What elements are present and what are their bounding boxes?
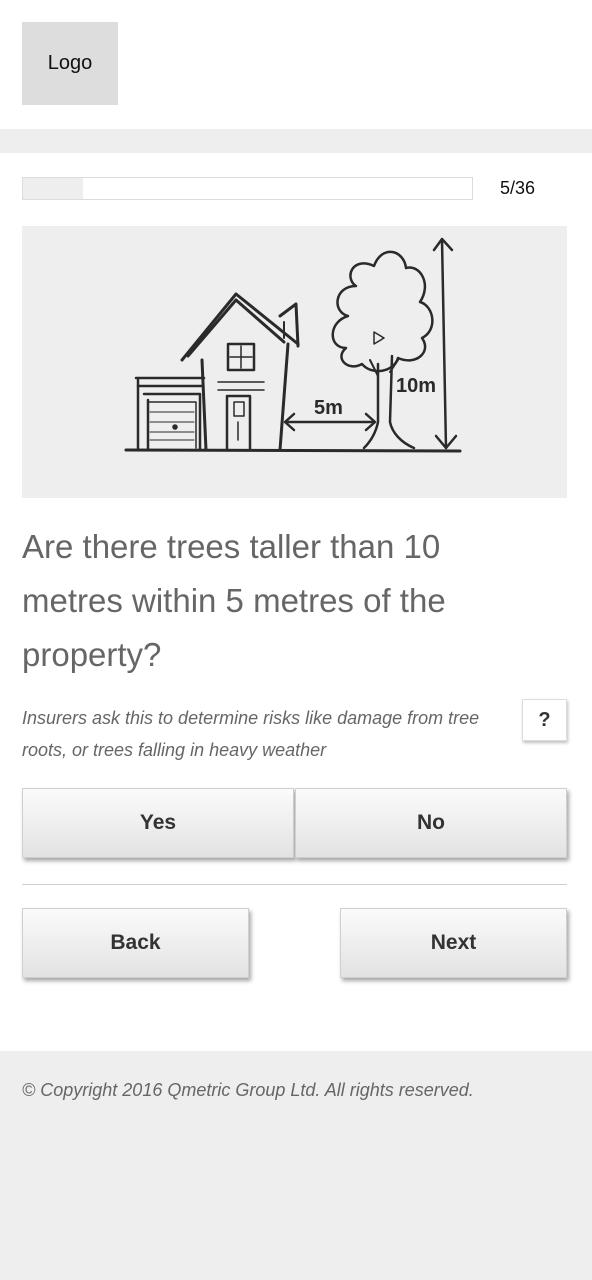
progress-count: 5/36 bbox=[500, 178, 536, 198]
logo: Logo bbox=[22, 22, 118, 105]
back-button[interactable]: Back bbox=[22, 908, 249, 978]
next-button[interactable]: Next bbox=[340, 908, 567, 978]
height-arrow bbox=[432, 237, 458, 450]
garage-drawing bbox=[134, 376, 206, 452]
yes-button[interactable]: Yes bbox=[22, 788, 294, 858]
tree-drawing bbox=[331, 250, 434, 450]
house-tree-illustration: 5m 10m bbox=[22, 226, 567, 498]
header-divider-band bbox=[0, 129, 592, 153]
help-button[interactable]: ? bbox=[522, 699, 567, 741]
copyright-text: © Copyright 2016 Qmetric Group Ltd. All … bbox=[22, 1080, 474, 1100]
progress-bar bbox=[22, 177, 473, 200]
progress-bar-fill bbox=[23, 178, 83, 199]
height-label: 10m bbox=[396, 375, 436, 397]
section-divider bbox=[22, 884, 567, 885]
question-text: Are there trees taller than 10 metres wi… bbox=[22, 528, 446, 673]
ground-line bbox=[124, 448, 462, 453]
distance-label: 5m bbox=[314, 397, 343, 419]
no-button[interactable]: No bbox=[295, 788, 567, 858]
question-hint: Insurers ask this to determine risks lik… bbox=[22, 708, 480, 760]
